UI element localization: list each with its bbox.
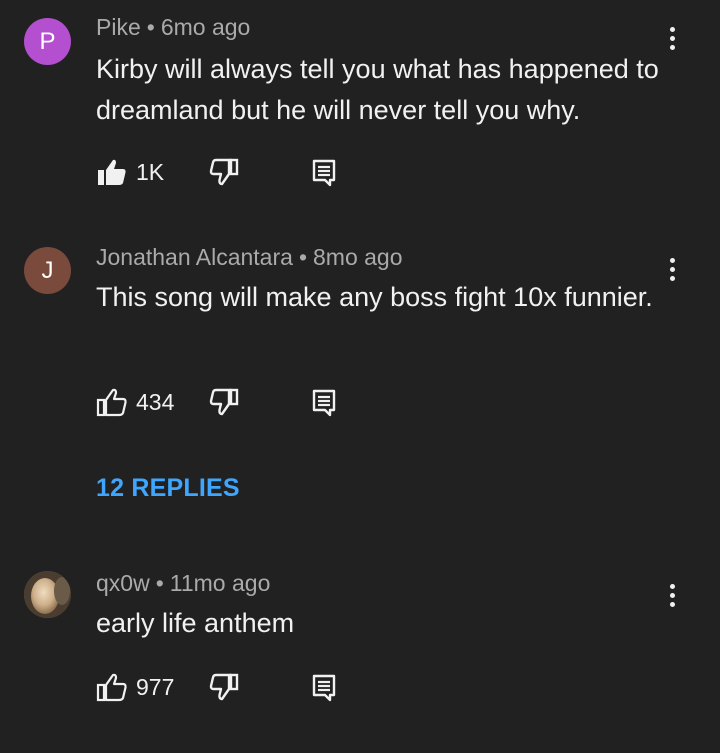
meta-separator: • <box>146 14 155 40</box>
comment-meta: Pike • 6mo ago <box>96 14 250 41</box>
avatar[interactable]: J <box>24 247 71 294</box>
avatar[interactable]: P <box>24 18 71 65</box>
comments-page: P Pike • 6mo ago Kirby will always tell yo… <box>0 0 720 753</box>
timestamp[interactable]: 6mo ago <box>161 14 251 40</box>
avatar[interactable] <box>24 571 71 618</box>
comment-text: early life anthem <box>96 608 295 638</box>
avatar-letter: P <box>39 27 56 55</box>
thumbs-up-icon[interactable] <box>96 387 128 417</box>
comment-actions: 1K <box>96 157 356 187</box>
meta-separator: • <box>298 244 307 270</box>
comment-meta: Jonathan Alcantara • 8mo ago <box>96 244 403 271</box>
timestamp[interactable]: 11mo ago <box>170 570 271 596</box>
timestamp[interactable]: 8mo ago <box>313 244 403 270</box>
comment-meta: qx0w • 11mo ago <box>96 570 270 597</box>
author-name[interactable]: Jonathan Alcantara <box>96 244 293 270</box>
view-replies-link[interactable]: 12 REPLIES <box>96 474 240 503</box>
comment-text: This song will make any boss fight 10x f… <box>96 282 653 312</box>
thumbs-down-icon[interactable] <box>208 157 240 187</box>
like-count: 434 <box>136 389 175 415</box>
thumbs-down-icon[interactable] <box>208 672 240 702</box>
author-name[interactable]: Pike <box>96 14 141 40</box>
thumbs-up-filled-icon[interactable] <box>96 157 128 187</box>
like-count: 977 <box>136 674 175 700</box>
reply-icon[interactable] <box>310 157 338 187</box>
meta-separator: • <box>155 570 164 596</box>
thumbs-down-icon[interactable] <box>208 387 240 417</box>
reply-icon[interactable] <box>310 672 338 702</box>
comment-actions: 977 <box>96 672 356 702</box>
comment-actions: 434 <box>96 387 356 417</box>
like-count: 1K <box>136 159 165 185</box>
profile-photo-icon <box>24 571 71 618</box>
reply-icon[interactable] <box>310 387 338 417</box>
avatar-letter: J <box>41 256 54 284</box>
author-name[interactable]: qx0w <box>96 570 150 596</box>
comment-text: Kirby will always tell you what has happ… <box>96 54 659 125</box>
thumbs-up-icon[interactable] <box>96 672 128 702</box>
